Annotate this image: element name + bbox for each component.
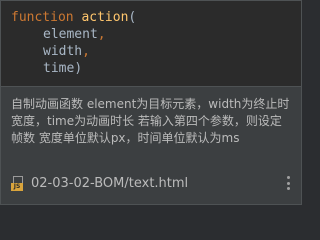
javascript-file-icon: JS (11, 175, 25, 191)
param-comma: , (97, 27, 106, 42)
param-comma: , (82, 44, 90, 59)
documentation-popup: function action( element, width, time) 自… (0, 0, 302, 205)
js-badge: JS (11, 182, 23, 191)
param-element: element (43, 27, 98, 42)
function-description: 自制动画函数 element为目标元素，width为终止时宽度，time为动画时… (11, 97, 290, 145)
function-signature: function action( element, width, time) (1, 1, 301, 86)
param-time: time (43, 61, 75, 76)
keyword: function (11, 10, 74, 25)
close-paren: ) (74, 61, 83, 76)
open-paren: ( (128, 10, 137, 25)
param-width: width (43, 44, 83, 59)
more-vertical-icon[interactable] (283, 175, 293, 191)
file-path-link[interactable]: 02-03-02-BOM/text.html (31, 176, 283, 191)
function-name: action (81, 10, 129, 25)
doc-footer: JS 02-03-02-BOM/text.html (11, 172, 293, 194)
